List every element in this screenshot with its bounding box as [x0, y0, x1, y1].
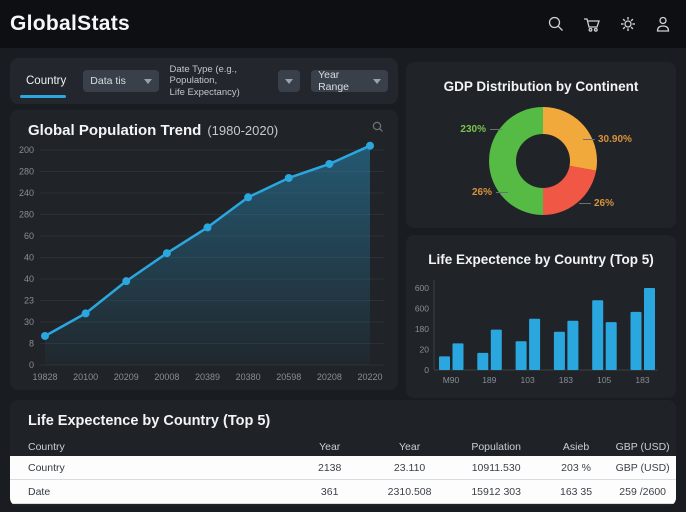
svg-text:8: 8	[29, 339, 34, 349]
donut-label-tick	[579, 203, 591, 204]
settings-icon[interactable]	[619, 15, 637, 33]
svg-text:30: 30	[24, 317, 34, 327]
tab-country-label: Country	[26, 75, 67, 87]
table-body: Country 2138 23.110 10911.530 203 % GBP (USD)…	[10, 456, 676, 504]
chevron-down-icon	[373, 78, 382, 84]
table-title: Life Expectence by Country (Top 5)	[28, 413, 271, 429]
svg-text:20208: 20208	[317, 372, 342, 382]
table-cell: 10911.530	[471, 461, 521, 474]
life-expectancy-table-card: Life Expectence by Country (Top 5) Count…	[10, 400, 676, 506]
table-cell: 2310.508	[387, 485, 432, 498]
svg-text:180: 180	[415, 324, 429, 334]
mini-dropdown[interactable]	[277, 70, 301, 92]
svg-text:19828: 19828	[32, 372, 57, 382]
svg-text:189: 189	[482, 375, 496, 385]
population-trend-card: Global Population Trend (1980-2020) 0 8 30…	[10, 110, 398, 390]
donut-hole	[516, 134, 570, 188]
svg-text:600: 600	[415, 304, 429, 314]
table-cell: 23.110	[393, 461, 426, 474]
gdp-donut-chart	[489, 107, 597, 215]
svg-text:183: 183	[559, 375, 573, 385]
donut-label-tick	[490, 129, 502, 130]
donut-label-tick	[496, 192, 508, 193]
svg-text:20380: 20380	[236, 372, 261, 382]
svg-text:60: 60	[24, 231, 34, 241]
year-range-dropdown[interactable]: Year Range	[311, 69, 389, 93]
svg-text:20: 20	[420, 345, 430, 355]
svg-text:20100: 20100	[73, 372, 98, 382]
gdp-distribution-card: GDP Distribution by Continent 230% 30.90…	[406, 62, 676, 228]
svg-text:0: 0	[424, 365, 429, 375]
app-title: GlobalStats	[10, 12, 130, 35]
filter-bar: Country Data tis Date Type (e.g., Popula…	[10, 58, 398, 104]
svg-text:280: 280	[19, 210, 34, 220]
svg-text:20209: 20209	[114, 372, 139, 382]
cart-icon[interactable]	[582, 15, 602, 33]
table-cell: GBP (USD)	[615, 461, 670, 474]
gdp-distribution-title: GDP Distribution by Continent	[443, 79, 639, 94]
chevron-down-icon	[284, 78, 293, 84]
column-header: Year	[319, 441, 341, 453]
tab-country[interactable]: Country	[20, 58, 72, 104]
donut-label: 26%	[471, 187, 492, 198]
svg-text:20389: 20389	[195, 372, 220, 382]
table-cell: 361	[320, 485, 339, 498]
table-cell: 203 %	[561, 461, 591, 474]
population-trend-chart: 0 8 30 23 40 40 60 280 240 280 200 19828 20100 20209 2…	[19, 141, 384, 382]
donut-label: 230%	[460, 124, 486, 135]
app-header: GlobalStats	[0, 0, 686, 48]
table-row[interactable]: Country 2138 23.110 10911.530 203 % GBP (USD)	[10, 456, 676, 480]
donut-label: 26%	[594, 198, 615, 209]
svg-text:40: 40	[24, 274, 34, 284]
svg-text:103: 103	[521, 375, 535, 385]
column-header: GBP (USD)	[615, 441, 670, 453]
year-range-dropdown-value: Year Range	[318, 69, 350, 93]
svg-text:23: 23	[24, 296, 34, 306]
table-cell: 2138	[317, 461, 342, 474]
svg-text:M90: M90	[443, 375, 460, 385]
svg-text:183: 183	[635, 375, 649, 385]
svg-text:105: 105	[597, 375, 611, 385]
svg-text:40: 40	[24, 253, 34, 263]
life-expectancy-bar-chart: 0 20 180 600 600 M90 189 103 183 105 183	[415, 280, 658, 385]
table-header-row: Country Year Year Population Asieb GBP (USD)	[10, 438, 676, 456]
svg-text:0: 0	[29, 360, 34, 370]
table-cell: Country	[28, 461, 65, 474]
svg-text:200: 200	[19, 145, 34, 155]
column-header: Year	[398, 441, 421, 453]
header-actions	[547, 15, 672, 33]
table-cell: 15912 303	[471, 485, 521, 498]
column-header: Country	[28, 441, 65, 453]
svg-text:240: 240	[19, 188, 34, 198]
column-header: Asieb	[562, 441, 590, 453]
donut-label: 30.90%	[598, 134, 632, 145]
svg-text:20598: 20598	[276, 372, 301, 382]
data-type-dropdown[interactable]: Data tis	[83, 70, 159, 92]
table-cell: Date	[28, 485, 51, 498]
data-type-hint-line1: Date Type (e.g., Population,	[169, 63, 237, 87]
svg-text:20220: 20220	[357, 372, 382, 382]
table-cell: 259 /2600	[619, 485, 667, 498]
table-cell: 163 35	[560, 485, 593, 498]
active-tab-underline	[20, 95, 66, 98]
table-row[interactable]: Date 361 2310.508 15912 303 163 35 259 /2600	[10, 480, 676, 504]
svg-text:280: 280	[19, 167, 34, 177]
column-header: Population	[471, 441, 521, 453]
data-type-dropdown-value: Data tis	[90, 75, 126, 87]
chevron-down-icon	[143, 78, 152, 84]
data-type-hint: Date Type (e.g., Population, Life Expect…	[170, 64, 267, 98]
search-icon[interactable]	[547, 15, 565, 33]
user-icon[interactable]	[654, 15, 672, 33]
svg-text:20008: 20008	[154, 372, 179, 382]
life-expectancy-bar-card: Life Expectence by Country (Top 5) 0 20 18…	[406, 235, 676, 398]
donut-label-tick	[583, 139, 595, 140]
svg-text:600: 600	[415, 283, 429, 293]
data-type-hint-line2: Life Expectancy)	[169, 86, 240, 98]
